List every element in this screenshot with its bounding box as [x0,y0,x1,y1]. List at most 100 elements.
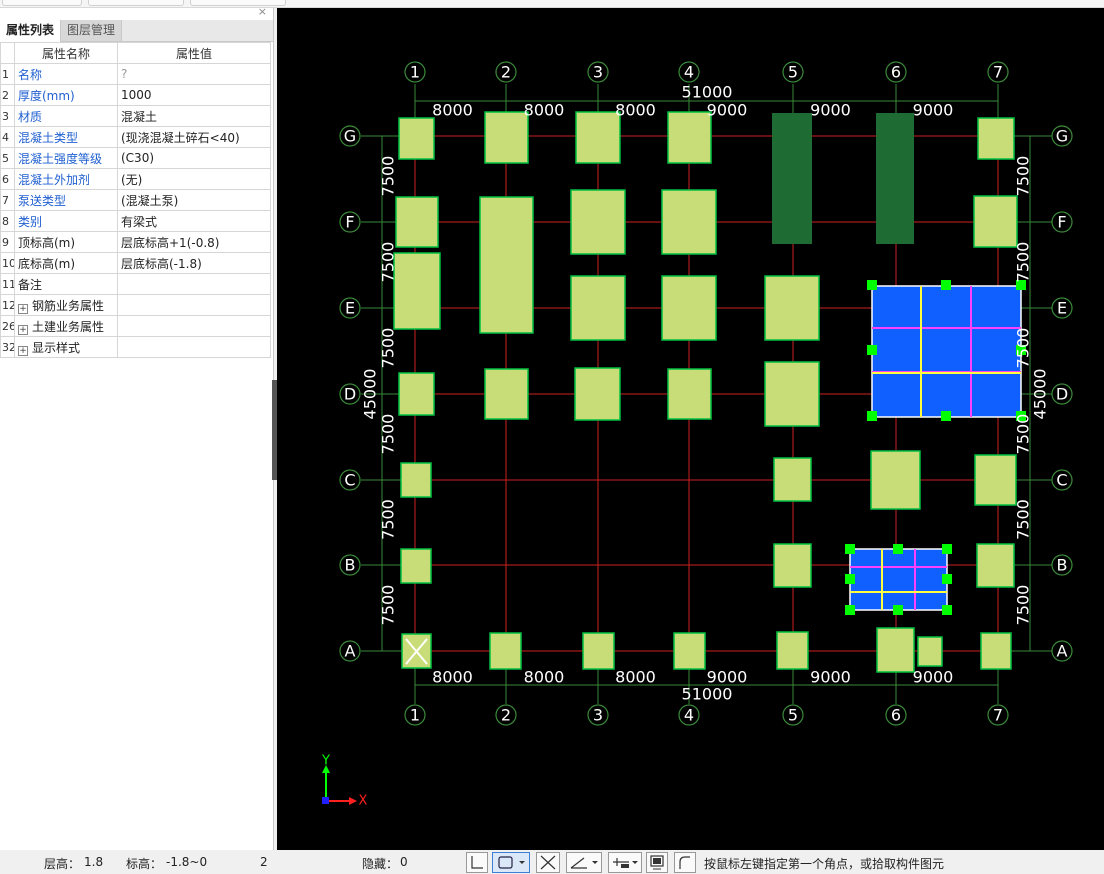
property-row[interactable]: 5 混凝土强度等级 (C30) [0,147,271,169]
property-name-text: 材质 [18,109,43,124]
dimension-text-left: 7500 [379,242,398,283]
property-row[interactable]: 4 混凝土类型 (现浇混凝土碎石<40) [0,126,271,148]
dimension-text-bottom: 8000 [432,668,473,687]
footing [570,189,626,255]
property-name: 混凝土外加剂 [14,168,118,190]
property-row[interactable]: 9 顶标高(m) 层底标高+1(-0.8) [0,231,271,253]
footing [764,361,820,427]
property-value[interactable]: 1000 [117,84,271,106]
axis-bubble-top-1-label: 1 [410,63,420,82]
select-box-icon[interactable] [492,852,530,873]
axis-bubble-left-B-label: B [345,556,356,575]
property-name-text: 显示样式 [32,340,81,355]
toolbar-tab-2[interactable] [88,0,184,6]
footing [980,632,1012,670]
angle-snap-icon[interactable] [566,852,602,873]
cross-select-icon[interactable] [536,852,560,873]
dimension-text-bottom: 9000 [810,668,851,687]
expand-icon[interactable]: + [18,303,28,314]
ortho-icon[interactable] [466,852,488,873]
row-index: 5 [0,147,15,169]
property-value[interactable] [117,294,271,316]
axis-bubble-bottom-3-label: 3 [593,706,603,725]
footing [582,632,615,670]
grip-handle [941,411,951,421]
row-index: 12 [0,294,15,316]
property-value[interactable]: 有梁式 [117,210,271,232]
property-name-text: 混凝土强度等级 [18,151,103,166]
axis-bubble-bottom-5-label: 5 [788,706,798,725]
total-dimension-left: 45000 [361,369,380,420]
grip-handle [845,605,855,615]
row-index: 9 [0,231,15,253]
property-panel: × 属性列表 图层管理 属性名称 属性值 1 名称? 2 厚度(mm) 1000 3 材质混… [0,5,274,850]
expand-icon[interactable]: + [18,345,28,356]
property-value[interactable]: 层底标高+1(-0.8) [117,231,271,253]
axis-bubble-bottom-6-label: 6 [891,706,901,725]
property-row[interactable]: 12+ 钢筋业务属性 [0,294,271,316]
tab-layer-management[interactable]: 图层管理 [61,20,123,41]
display-icon[interactable] [646,852,668,873]
y-axis-label: Y [321,754,330,769]
dimension-text-top: 8000 [524,101,565,120]
property-value[interactable]: 层底标高(-1.8) [117,252,271,274]
property-row[interactable]: 8 类别 有梁式 [0,210,271,232]
toolbar-tab-3[interactable] [190,0,286,6]
close-icon[interactable]: × [258,5,267,18]
row-index: 11 [0,273,15,295]
axis-bubble-left-A-label: A [345,642,356,661]
dimension-text-bottom: 8000 [615,668,656,687]
tab-property-list[interactable]: 属性列表 [0,20,62,42]
dimension-text-left: 7500 [379,585,398,626]
property-name-text: 泵送类型 [18,193,67,208]
property-value[interactable] [117,273,271,295]
toolbar-tab-1[interactable] [2,0,82,6]
cad-drawing[interactable]: 1 1 2 2 3 3 4 4 5 5 6 6 7 7 G G F F E E D D C C B B A A 8000 8000 7500… [277,8,1104,850]
property-name: 混凝土强度等级 [14,147,118,169]
footing [773,543,812,588]
polyline-icon[interactable] [674,852,696,873]
property-value[interactable] [117,336,271,358]
property-row[interactable]: 1 名称? [0,63,271,85]
footing [776,631,809,670]
property-value[interactable]: 混凝土 [117,105,271,127]
footing [977,117,1015,160]
property-value[interactable]: (无) [117,168,271,190]
footing [976,543,1015,588]
footing [773,457,812,502]
footing [398,117,435,160]
expand-icon[interactable]: + [18,324,28,335]
property-row[interactable]: 32+ 显示样式 [0,336,271,358]
property-value[interactable]: ? [117,63,271,85]
property-row[interactable]: 7 泵送类型 (混凝土泵) [0,189,271,211]
footing-dark [876,113,914,244]
property-name: 厚度(mm) [14,84,118,106]
axis-bubble-top-4-label: 4 [684,63,694,82]
property-row[interactable]: 11备注 [0,273,271,295]
property-name-text: 类别 [18,214,43,229]
x-axis-label: X [359,794,368,809]
property-value[interactable]: (C30) [117,147,271,169]
property-row[interactable]: 3 材质 混凝土 [0,105,271,127]
axis-bubble-top-7-label: 7 [993,63,1003,82]
property-name: 泵送类型 [14,189,118,211]
row-index: 10 [0,252,15,274]
footing [393,252,441,330]
axis-bubble-left-E-label: E [345,299,355,318]
property-row[interactable]: 26+ 土建业务属性 [0,315,271,337]
dimension-text-top: 9000 [707,101,748,120]
status-prompt: 按鼠标左键指定第一个角点，或拾取构件图元 [704,857,945,871]
axis-bubble-bottom-2-label: 2 [501,706,511,725]
property-row[interactable]: 6 混凝土外加剂 (无) [0,168,271,190]
drawing-canvas[interactable]: 1 1 2 2 3 3 4 4 5 5 6 6 7 7 G G F F E E D D C C B B A A 8000 8000 7500… [277,8,1104,850]
dimension-text-top: 9000 [913,101,954,120]
property-name: 混凝土类型 [14,126,118,148]
property-row[interactable]: 10底标高(m) 层底标高(-1.8) [0,252,271,274]
panel-tabs: 属性列表 图层管理 [0,20,273,42]
property-value[interactable] [117,315,271,337]
dimension-snap-icon[interactable] [608,852,642,873]
footing [398,372,435,416]
property-row[interactable]: 2 厚度(mm) 1000 [0,84,271,106]
property-value[interactable]: (现浇混凝土碎石<40) [117,126,271,148]
property-value[interactable]: (混凝土泵) [117,189,271,211]
